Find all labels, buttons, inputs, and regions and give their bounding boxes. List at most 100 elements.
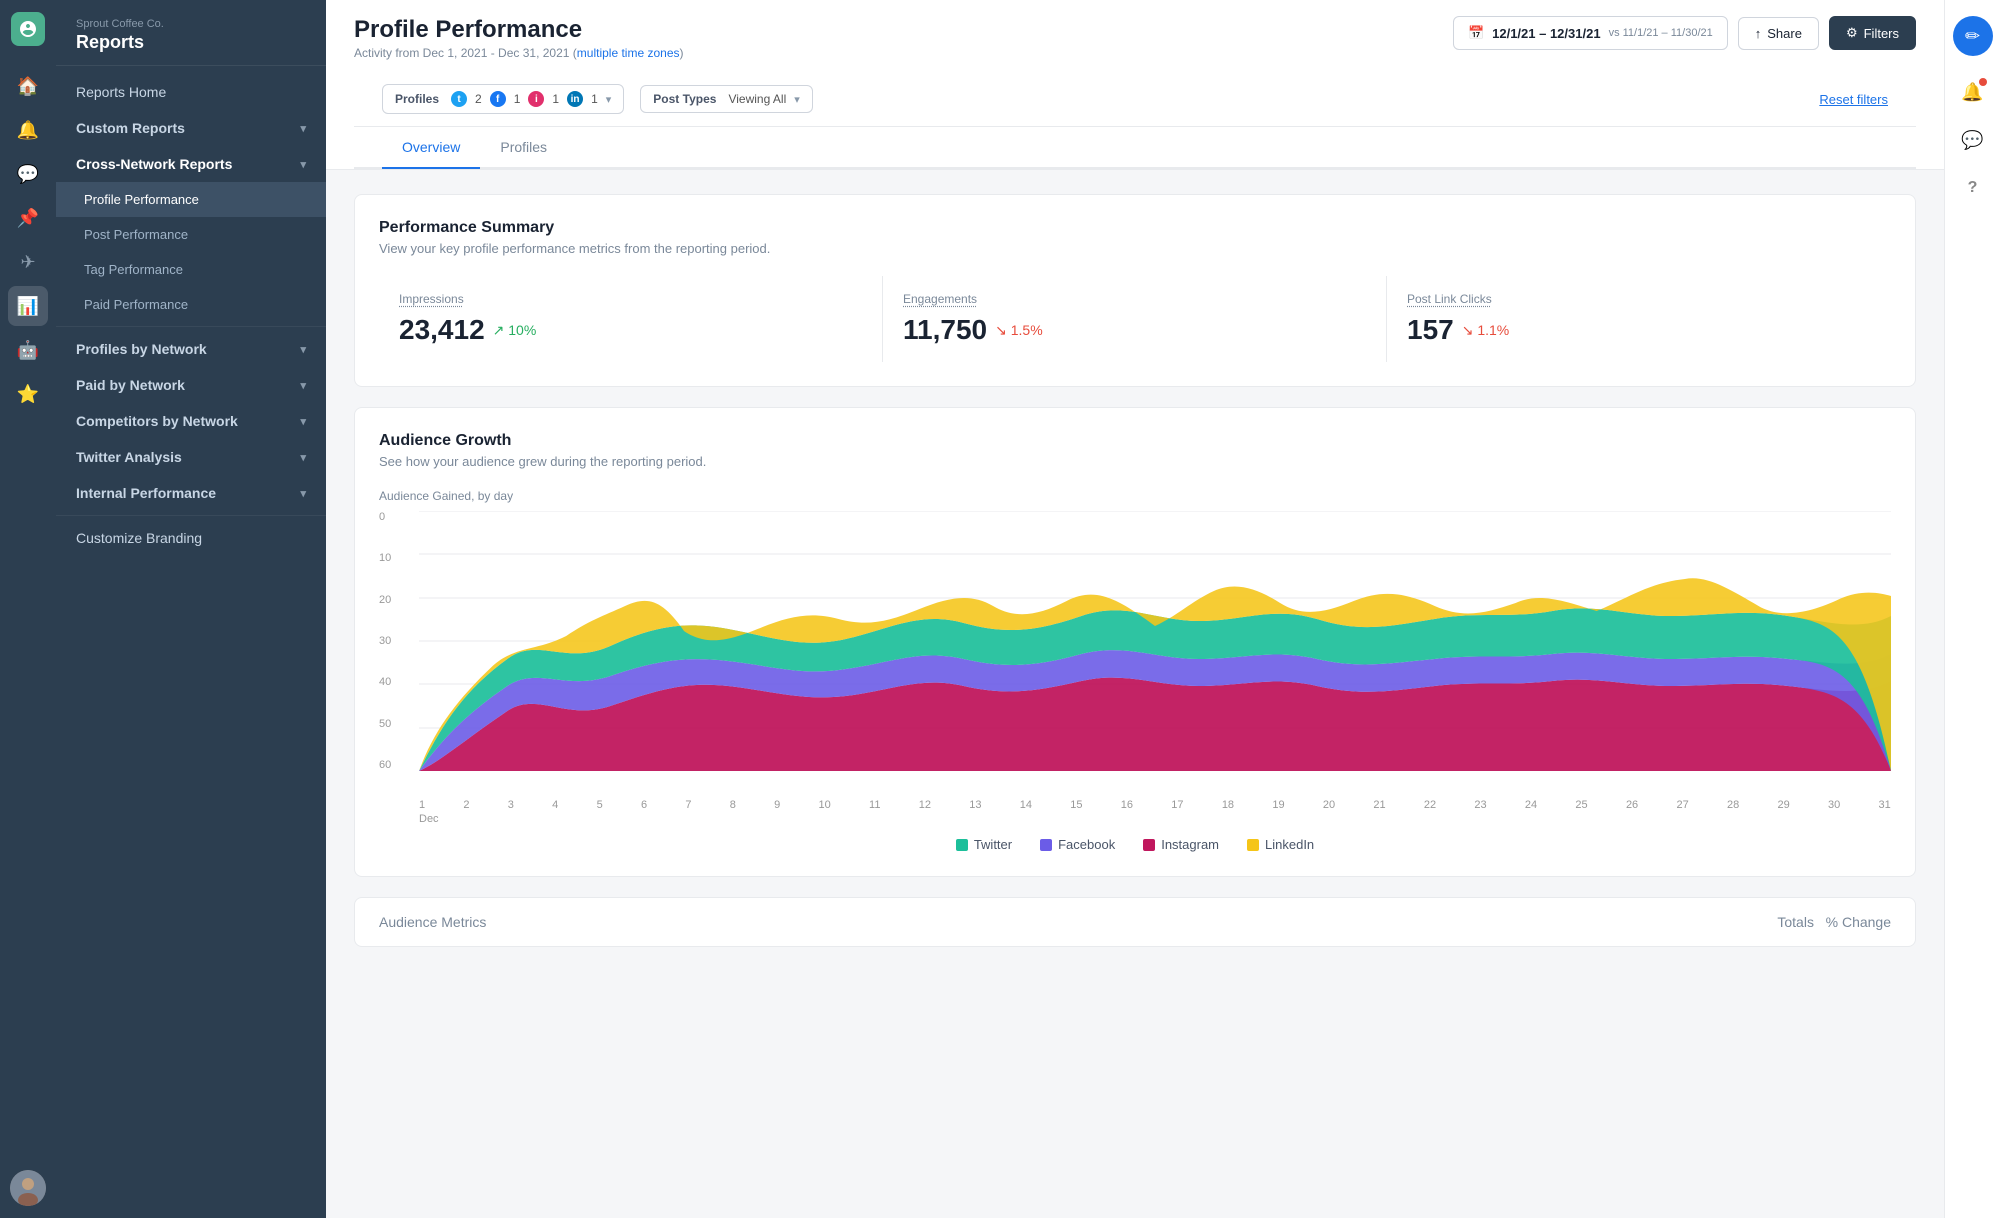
metric-post-link-clicks: Post Link Clicks 157 ↘ 1.1% bbox=[1387, 276, 1891, 362]
calendar-icon: 📅 bbox=[1468, 25, 1484, 41]
facebook-legend-dot bbox=[1040, 839, 1052, 851]
metric-impressions: Impressions 23,412 ↗ 10% bbox=[379, 276, 883, 362]
app-logo bbox=[11, 12, 45, 46]
tab-overview[interactable]: Overview bbox=[382, 127, 480, 169]
chart-svg-area bbox=[419, 511, 1891, 771]
chart-legend: Twitter Facebook Instagram LinkedIn bbox=[379, 837, 1891, 852]
main-content: Profile Performance Activity from Dec 1,… bbox=[326, 0, 1944, 1218]
facebook-icon: f bbox=[490, 91, 506, 107]
right-messages-icon[interactable]: 💬 bbox=[1953, 120, 1993, 160]
page-title: Profile Performance bbox=[354, 16, 684, 44]
nav-listening-icon[interactable]: 🤖 bbox=[8, 330, 48, 370]
nav-tasks-icon[interactable]: 📌 bbox=[8, 198, 48, 238]
page-header: Profile Performance Activity from Dec 1,… bbox=[326, 0, 1944, 170]
post-link-clicks-label: Post Link Clicks bbox=[1407, 292, 1871, 306]
sidebar-nav: Reports Home Custom Reports ▾ Cross-Netw… bbox=[56, 66, 326, 564]
arrow-up-icon: ↗ bbox=[493, 322, 505, 338]
chevron-icon-2: ▾ bbox=[794, 93, 800, 106]
sidebar-item-reports-home[interactable]: Reports Home bbox=[56, 74, 326, 110]
legend-twitter: Twitter bbox=[956, 837, 1012, 852]
engagements-label: Engagements bbox=[903, 292, 1366, 306]
filters-button[interactable]: ⚙ Filters bbox=[1829, 16, 1916, 50]
sidebar-item-profiles-by-network[interactable]: Profiles by Network ▾ bbox=[56, 331, 326, 367]
nav-reports-icon[interactable]: 📊 bbox=[8, 286, 48, 326]
profiles-filter[interactable]: Profiles t 2 f 1 i 1 in 1 ▾ bbox=[382, 84, 624, 114]
sidebar-item-competitors-by-network[interactable]: Competitors by Network ▾ bbox=[56, 403, 326, 439]
notification-badge bbox=[1979, 78, 1987, 86]
impressions-label: Impressions bbox=[399, 292, 862, 306]
nav-publishing-icon[interactable]: ✈ bbox=[8, 242, 48, 282]
page-subtitle: Activity from Dec 1, 2021 - Dec 31, 2021… bbox=[354, 46, 684, 60]
twitter-icon: t bbox=[451, 91, 467, 107]
chart-y-axis: 60 50 40 30 20 10 0 bbox=[379, 511, 419, 771]
right-help-icon[interactable]: ? bbox=[1953, 168, 1993, 208]
compose-button[interactable]: ✏ bbox=[1953, 16, 1993, 56]
section-title: Reports bbox=[76, 32, 306, 53]
sidebar-item-paid-performance[interactable]: Paid Performance bbox=[56, 287, 326, 322]
chevron-down-icon: ▾ bbox=[300, 379, 306, 392]
post-link-clicks-value: 157 ↘ 1.1% bbox=[1407, 314, 1871, 346]
sidebar-item-profile-performance[interactable]: Profile Performance bbox=[56, 182, 326, 217]
content-area: Performance Summary View your key profil… bbox=[326, 170, 1944, 1218]
user-avatar[interactable] bbox=[10, 1170, 46, 1206]
performance-summary-card: Performance Summary View your key profil… bbox=[354, 194, 1916, 387]
page-title-block: Profile Performance Activity from Dec 1,… bbox=[354, 16, 684, 60]
linkedin-legend-dot bbox=[1247, 839, 1259, 851]
sidebar: Sprout Coffee Co. Reports Reports Home C… bbox=[56, 0, 326, 1218]
chevron-down-icon: ▾ bbox=[300, 451, 306, 464]
audience-metrics-header: Audience Metrics Totals % Change bbox=[379, 914, 1891, 930]
chevron-down-icon: ▾ bbox=[300, 415, 306, 428]
arrow-down-icon-2: ↘ bbox=[1462, 322, 1474, 338]
right-notifications-icon[interactable]: 🔔 bbox=[1953, 72, 1993, 112]
totals-label: Totals % Change bbox=[1777, 914, 1891, 930]
audience-growth-title: Audience Growth bbox=[379, 432, 1891, 450]
company-name: Sprout Coffee Co. bbox=[76, 18, 306, 30]
sidebar-item-twitter-analysis[interactable]: Twitter Analysis ▾ bbox=[56, 439, 326, 475]
sidebar-divider bbox=[56, 326, 326, 327]
engagements-value: 11,750 ↘ 1.5% bbox=[903, 314, 1366, 346]
arrow-down-icon: ↘ bbox=[995, 322, 1007, 338]
tabs: Overview Profiles bbox=[354, 127, 1916, 169]
sidebar-item-custom-reports[interactable]: Custom Reports ▾ bbox=[56, 110, 326, 146]
sidebar-item-cross-network[interactable]: Cross-Network Reports ▾ bbox=[56, 146, 326, 182]
nav-messages-icon[interactable]: 💬 bbox=[8, 154, 48, 194]
linkedin-icon: in bbox=[567, 91, 583, 107]
instagram-legend-dot bbox=[1143, 839, 1155, 851]
nav-star-icon[interactable]: ⭐ bbox=[8, 374, 48, 414]
performance-summary-subtitle: View your key profile performance metric… bbox=[379, 241, 1891, 256]
nav-home-icon[interactable]: 🏠 bbox=[8, 66, 48, 106]
sidebar-item-tag-performance[interactable]: Tag Performance bbox=[56, 252, 326, 287]
sidebar-item-post-performance[interactable]: Post Performance bbox=[56, 217, 326, 252]
impressions-value: 23,412 ↗ 10% bbox=[399, 314, 862, 346]
share-icon: ↑ bbox=[1755, 26, 1762, 41]
chevron-down-icon: ▾ bbox=[300, 158, 306, 171]
legend-facebook: Facebook bbox=[1040, 837, 1115, 852]
sidebar-divider-2 bbox=[56, 515, 326, 516]
chevron-down-icon: ▾ bbox=[300, 487, 306, 500]
sidebar-item-internal-performance[interactable]: Internal Performance ▾ bbox=[56, 475, 326, 511]
chevron-down-icon: ▾ bbox=[300, 343, 306, 356]
reset-filters-link[interactable]: Reset filters bbox=[1819, 92, 1888, 107]
tab-profiles[interactable]: Profiles bbox=[480, 127, 567, 169]
chart-container: 60 50 40 30 20 10 0 bbox=[379, 511, 1891, 811]
legend-instagram: Instagram bbox=[1143, 837, 1219, 852]
metrics-grid: Impressions 23,412 ↗ 10% Engagements 11,… bbox=[379, 276, 1891, 362]
performance-summary-title: Performance Summary bbox=[379, 219, 1891, 237]
nav-notifications-icon[interactable]: 🔔 bbox=[8, 110, 48, 150]
audience-growth-subtitle: See how your audience grew during the re… bbox=[379, 454, 1891, 469]
date-range-button[interactable]: 📅 12/1/21 – 12/31/21 vs 11/1/21 – 11/30/… bbox=[1453, 16, 1728, 50]
sidebar-item-paid-by-network[interactable]: Paid by Network ▾ bbox=[56, 367, 326, 403]
share-button[interactable]: ↑ Share bbox=[1738, 17, 1819, 50]
filter-bar: Profiles t 2 f 1 i 1 in 1 ▾ Post Types V… bbox=[354, 72, 1916, 127]
chart-label: Audience Gained, by day bbox=[379, 489, 1891, 503]
impressions-change: ↗ 10% bbox=[493, 322, 537, 339]
sidebar-item-customize-branding[interactable]: Customize Branding bbox=[56, 520, 326, 556]
chart-x-axis: 1 2 3 4 5 6 7 8 9 10 11 12 13 14 15 16 1 bbox=[419, 795, 1891, 811]
filter-icon: ⚙ bbox=[1846, 25, 1858, 41]
twitter-legend-dot bbox=[956, 839, 968, 851]
metric-engagements: Engagements 11,750 ↘ 1.5% bbox=[883, 276, 1387, 362]
post-types-filter[interactable]: Post Types Viewing All ▾ bbox=[640, 85, 813, 113]
legend-linkedin: LinkedIn bbox=[1247, 837, 1314, 852]
post-link-clicks-change: ↘ 1.1% bbox=[1462, 322, 1510, 339]
timezone-link[interactable]: multiple time zones bbox=[577, 46, 680, 60]
